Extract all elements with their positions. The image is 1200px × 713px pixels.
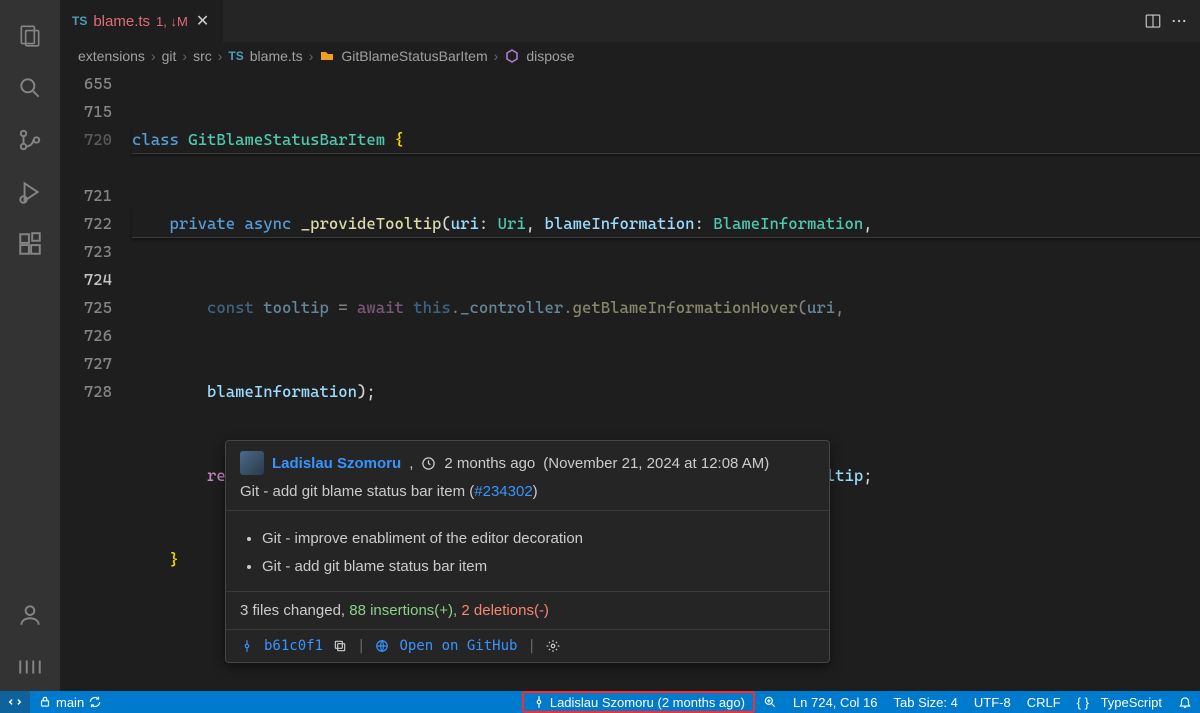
extensions-icon[interactable]	[6, 220, 54, 268]
search-icon[interactable]	[6, 64, 54, 112]
notifications-icon[interactable]	[1170, 691, 1200, 713]
zoom-status-item[interactable]	[755, 691, 785, 713]
deletions-count: 2 deletions(-)	[461, 602, 549, 619]
method-symbol-icon	[504, 48, 520, 64]
typescript-file-icon: TS	[72, 14, 87, 28]
time-ago: 2 months ago	[444, 455, 535, 472]
tab-bar: TS blame.ts 1, ↓M ✕	[60, 0, 1200, 42]
open-on-github-link[interactable]: Open on GitHub	[399, 638, 517, 654]
chevron-right-icon: ›	[151, 48, 156, 64]
tab-filename: blame.ts	[93, 13, 150, 30]
breadcrumb-segment[interactable]: src	[193, 48, 212, 64]
issue-link[interactable]: #234302	[474, 483, 532, 500]
activity-bar	[0, 0, 60, 691]
breadcrumb-segment[interactable]: blame.ts	[250, 48, 303, 64]
class-symbol-icon	[319, 48, 335, 64]
tab-size-status-item[interactable]: Tab Size: 4	[886, 691, 966, 713]
commit-bullet: Git - improve enabliment of the editor d…	[262, 525, 815, 553]
line-number-gutter: 655 715 720 721 722 723 724 725 726 727 …	[60, 70, 132, 691]
run-debug-icon[interactable]	[6, 168, 54, 216]
source-control-icon[interactable]	[6, 116, 54, 164]
typescript-file-icon: TS	[228, 49, 243, 63]
tab-modified-indicator: 1, ↓M	[156, 14, 188, 29]
chevron-right-icon: ›	[309, 48, 314, 64]
breadcrumb[interactable]: extensions › git › src › TS blame.ts › G…	[60, 42, 1200, 70]
cursor-position-status-item[interactable]: Ln 724, Col 16	[785, 691, 886, 713]
language-status-item[interactable]: { } TypeScript	[1069, 691, 1170, 713]
breadcrumb-segment[interactable]: GitBlameStatusBarItem	[341, 48, 487, 64]
commit-bullet: Git - add git blame status bar item	[262, 553, 815, 581]
split-editor-icon[interactable]	[1144, 12, 1162, 30]
globe-icon[interactable]	[375, 639, 389, 653]
chevron-right-icon: ›	[494, 48, 499, 64]
status-bar: main Ladislau Szomoru (2 months ago) Ln …	[0, 691, 1200, 713]
git-blame-status-item[interactable]: Ladislau Szomoru (2 months ago)	[522, 691, 755, 713]
breadcrumb-segment[interactable]: extensions	[78, 48, 145, 64]
account-icon[interactable]	[6, 591, 54, 639]
chevron-right-icon: ›	[182, 48, 187, 64]
copy-icon[interactable]	[333, 639, 347, 653]
history-icon	[421, 456, 436, 471]
explorer-icon[interactable]	[6, 12, 54, 60]
files-changed: 3 files changed,	[240, 602, 345, 619]
editor-group: TS blame.ts 1, ↓M ✕ extensions › git › s…	[60, 0, 1200, 691]
settings-icon[interactable]	[6, 643, 54, 691]
more-actions-icon[interactable]	[1170, 12, 1188, 30]
breadcrumb-segment[interactable]: dispose	[526, 48, 574, 64]
breadcrumb-segment[interactable]: git	[162, 48, 177, 64]
git-commit-icon[interactable]	[240, 639, 254, 653]
avatar	[240, 451, 264, 475]
timestamp: (November 21, 2024 at 12:08 AM)	[543, 455, 769, 472]
chevron-right-icon: ›	[218, 48, 223, 64]
git-blame-hover: Ladislau Szomoru, 2 months ago (November…	[225, 440, 830, 663]
tab-blame-ts[interactable]: TS blame.ts 1, ↓M ✕	[60, 0, 224, 42]
encoding-status-item[interactable]: UTF-8	[966, 691, 1019, 713]
remote-indicator[interactable]	[0, 691, 30, 713]
insertions-count: 88 insertions(+),	[349, 602, 457, 619]
author-link[interactable]: Ladislau Szomoru	[272, 455, 401, 472]
commit-title: Git - add git blame status bar item (	[240, 483, 474, 500]
branch-status-item[interactable]: main	[30, 691, 110, 713]
close-icon[interactable]: ✕	[194, 11, 211, 31]
eol-status-item[interactable]: CRLF	[1019, 691, 1069, 713]
commit-hash-link[interactable]: b61c0f1	[264, 638, 323, 654]
gear-icon[interactable]	[546, 639, 560, 653]
